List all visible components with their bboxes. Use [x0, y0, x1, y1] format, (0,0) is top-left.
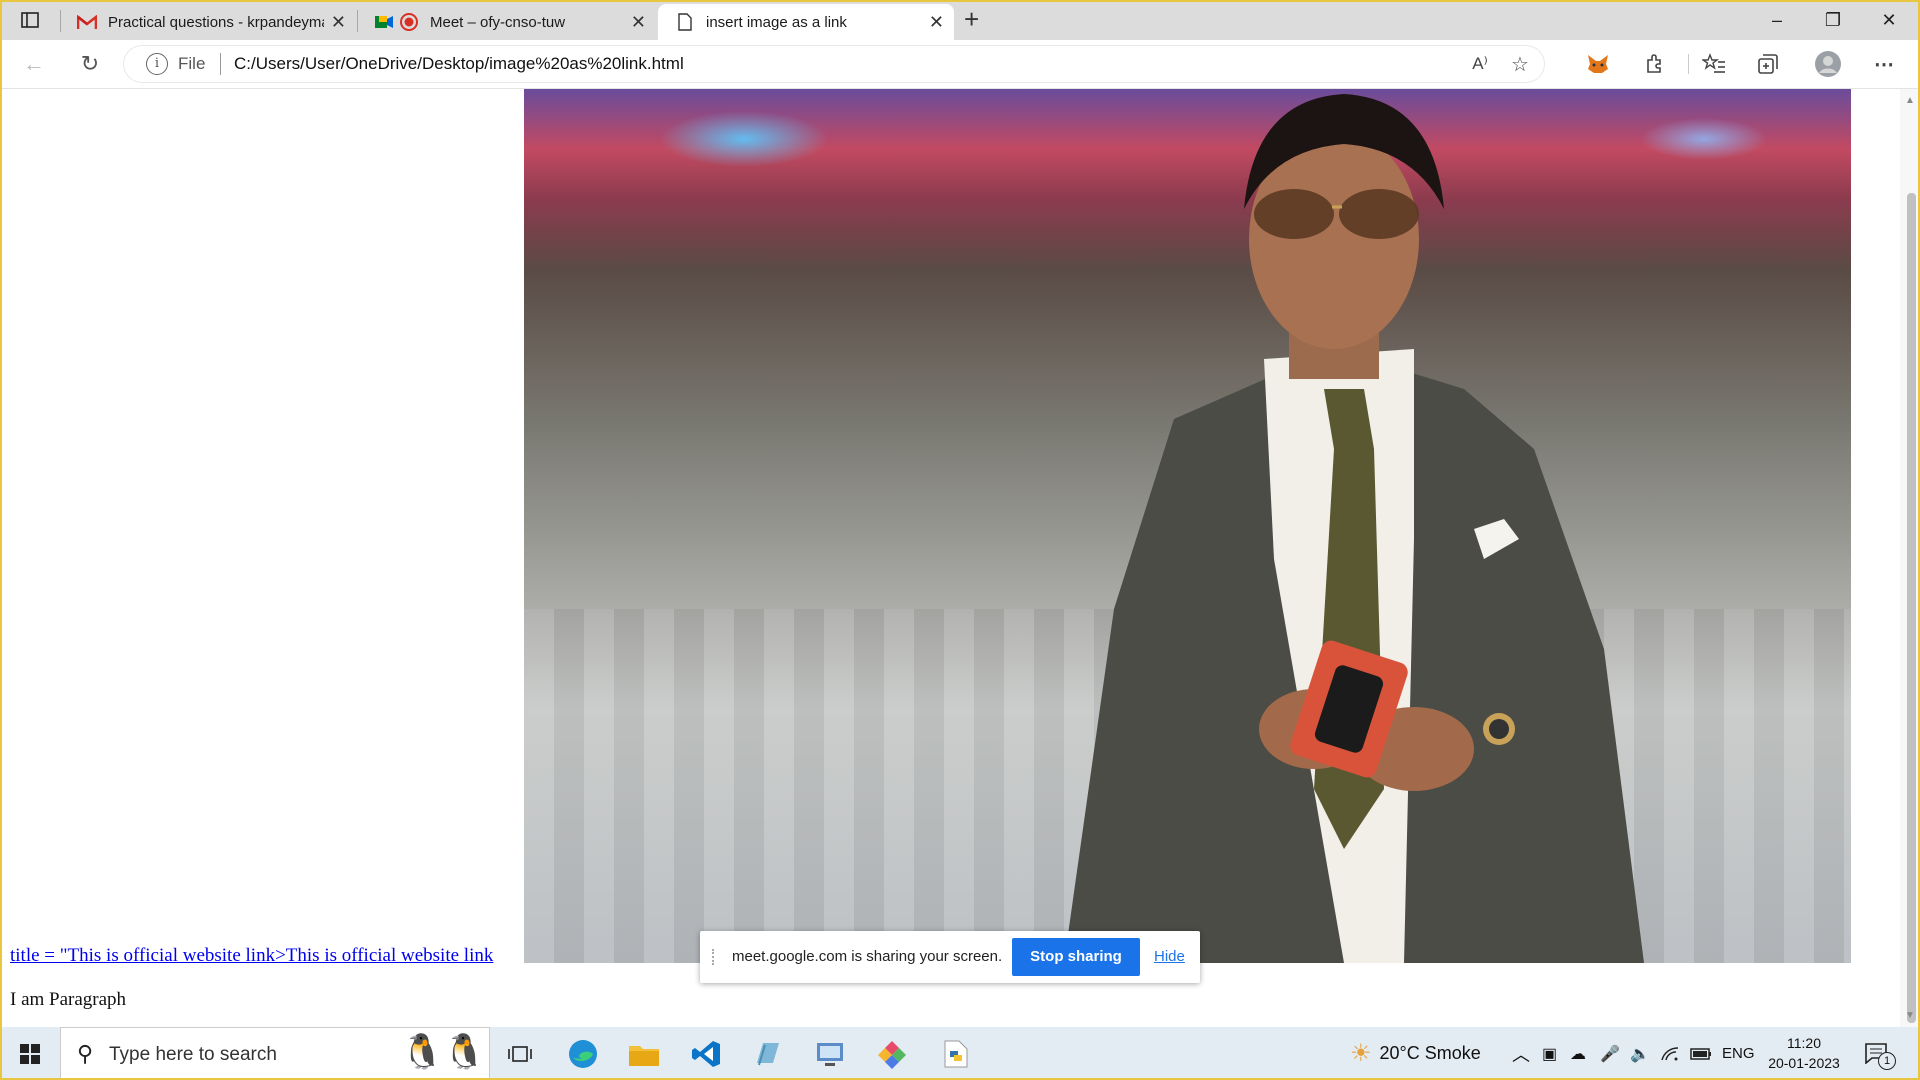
task-view-icon[interactable] — [500, 1035, 540, 1073]
tab-insert-image[interactable]: insert image as a link ✕ — [658, 4, 954, 40]
screen-share-notification: meet.google.com is sharing your screen. … — [700, 931, 1200, 983]
tab-actions-button[interactable] — [10, 6, 50, 34]
tab-actions-icon — [21, 12, 39, 28]
gmail-icon — [76, 13, 98, 31]
refresh-button[interactable]: ↻ — [74, 48, 106, 80]
vertical-scrollbar[interactable]: ▲ ▼ — [1900, 89, 1920, 1027]
meet-tray-icon[interactable]: ▣ — [1542, 1027, 1557, 1080]
tab-close-icon[interactable]: ✕ — [929, 12, 944, 33]
page-content: title = "This is official website link>T… — [0, 89, 1900, 1027]
volume-icon[interactable]: 🔈 — [1630, 1027, 1650, 1080]
add-favorite-icon[interactable]: ☆ — [1504, 48, 1536, 80]
colorful-app-icon[interactable] — [872, 1035, 912, 1073]
scroll-down-icon[interactable]: ▼ — [1905, 1010, 1915, 1021]
address-bar[interactable]: i File C:/Users/User/OneDrive/Desktop/im… — [124, 46, 1544, 82]
minimize-button[interactable]: – — [1749, 0, 1805, 40]
tab-title: Meet – ofy-cnso-tuw — [430, 13, 566, 31]
back-arrow-icon: ← — [23, 51, 45, 76]
favorites-icon[interactable] — [1698, 48, 1730, 80]
page-icon — [674, 13, 696, 31]
collections-icon[interactable] — [1752, 48, 1784, 80]
meet-icon — [374, 13, 420, 31]
new-tab-button[interactable]: + — [964, 6, 979, 32]
python-file-icon[interactable] — [936, 1035, 976, 1073]
search-placeholder: Type here to search — [109, 1044, 277, 1065]
linked-image[interactable] — [524, 89, 1851, 963]
drag-handle-icon[interactable] — [712, 949, 718, 965]
cloud-icon: ☁ — [1570, 1045, 1586, 1063]
tab-strip: Practical questions - krpandeyma ✕ Meet … — [0, 0, 1920, 40]
microphone-icon[interactable]: 🎤 — [1600, 1027, 1620, 1080]
extensions-icon[interactable] — [1638, 48, 1670, 80]
scrollbar-thumb[interactable] — [1907, 193, 1916, 1023]
clock-time: 11:20 — [1787, 1035, 1821, 1051]
taskbar-search-box[interactable]: ⚲ Type here to search 🐧🐧 — [60, 1027, 490, 1080]
browser-toolbar: ← ↻ i File C:/Users/User/OneDrive/Deskto… — [0, 40, 1920, 89]
penguins-search-highlight-icon: 🐧🐧 — [401, 1033, 486, 1071]
paragraph-text: I am Paragraph — [10, 989, 127, 1010]
clock[interactable]: 11:20 20-01-2023 — [1764, 1033, 1844, 1073]
start-button[interactable] — [20, 1044, 40, 1064]
tab-close-icon[interactable]: ✕ — [331, 12, 346, 33]
remote-desktop-icon[interactable] — [810, 1035, 850, 1073]
settings-more-icon[interactable]: ⋯ — [1868, 48, 1900, 80]
camera-icon: ▣ — [1542, 1045, 1558, 1063]
show-hidden-icons-button[interactable]: ︿ — [1512, 1027, 1530, 1080]
file-explorer-icon[interactable] — [624, 1035, 664, 1073]
restore-button[interactable]: ❐ — [1805, 0, 1861, 40]
tab-meet[interactable]: Meet – ofy-cnso-tuw ✕ — [358, 4, 656, 40]
scheme-label: File — [178, 54, 206, 73]
clock-date: 20-01-2023 — [1768, 1055, 1840, 1071]
share-message: meet.google.com is sharing your screen. — [732, 948, 1003, 965]
tab-close-icon[interactable]: ✕ — [631, 12, 646, 33]
hide-link[interactable]: Hide — [1154, 948, 1185, 965]
notification-count: 1 — [1878, 1051, 1896, 1070]
address-separator — [220, 53, 221, 75]
image-person-figure — [1064, 94, 1644, 963]
close-window-button[interactable]: ✕ — [1861, 0, 1917, 40]
vscode-icon[interactable] — [686, 1035, 726, 1073]
notifications-button[interactable]: 1 — [1864, 1027, 1896, 1080]
toolbar-separator — [1688, 54, 1689, 74]
chevron-up-icon: ︿ — [1512, 1044, 1530, 1065]
notes-app-icon[interactable] — [748, 1035, 788, 1073]
refresh-icon: ↻ — [80, 51, 100, 76]
search-icon: ⚲ — [77, 1041, 94, 1066]
weather-text: 20°C Smoke — [1379, 1043, 1481, 1063]
scroll-up-icon[interactable]: ▲ — [1905, 95, 1915, 106]
metamask-extension-icon[interactable] — [1582, 48, 1614, 80]
info-icon[interactable]: i — [146, 53, 168, 75]
profile-avatar[interactable] — [1812, 48, 1844, 80]
onedrive-icon[interactable]: ☁ — [1570, 1027, 1586, 1080]
back-button[interactable]: ← — [18, 48, 50, 80]
url-text[interactable]: C:/Users/User/OneDrive/Desktop/image%20a… — [234, 54, 684, 74]
windows-taskbar: ⚲ Type here to search 🐧🐧 ☀ 20°C Smoke ︿ … — [0, 1027, 1920, 1080]
tab-title: insert image as a link — [706, 13, 847, 31]
notifications-icon: 1 — [1864, 1042, 1896, 1070]
read-aloud-icon[interactable]: A⁾ — [1464, 48, 1496, 80]
official-website-link[interactable]: title = "This is official website link>T… — [10, 945, 493, 967]
battery-icon[interactable] — [1690, 1027, 1712, 1080]
haze-sun-icon: ☀ — [1350, 1040, 1372, 1067]
stop-sharing-button[interactable]: Stop sharing — [1012, 938, 1140, 976]
language-indicator[interactable]: ENG — [1722, 1027, 1755, 1080]
tab-gmail[interactable]: Practical questions - krpandeyma ✕ — [60, 4, 356, 40]
tab-title: Practical questions - krpandeyma — [108, 13, 324, 31]
wifi-icon[interactable] — [1660, 1027, 1680, 1080]
weather-widget[interactable]: ☀ 20°C Smoke — [1350, 1027, 1481, 1080]
edge-browser-icon[interactable] — [563, 1035, 603, 1073]
